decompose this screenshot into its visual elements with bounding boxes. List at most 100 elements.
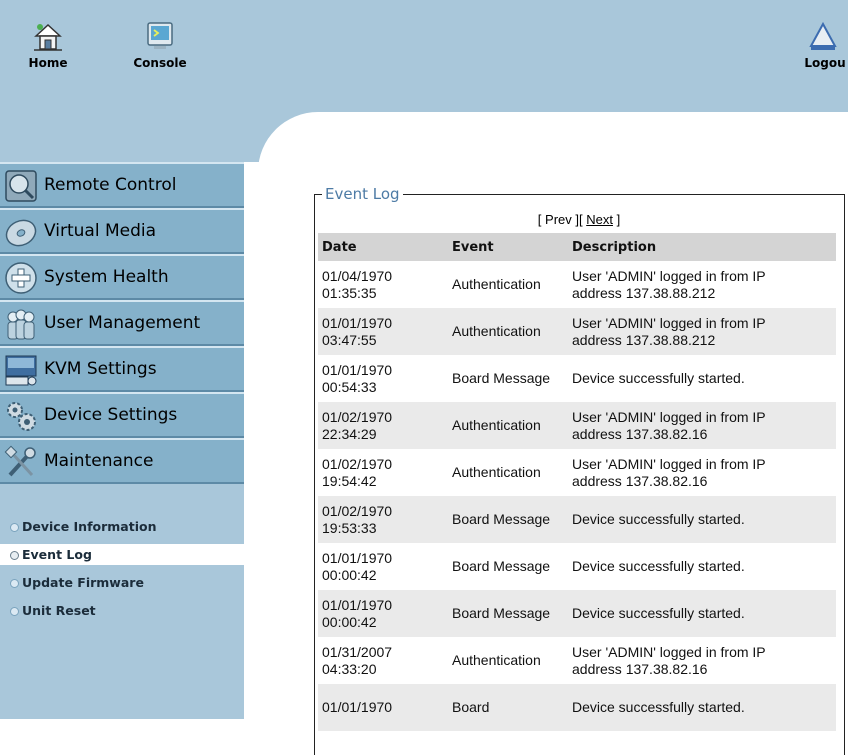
nav-device-settings[interactable]: Device Settings: [0, 392, 244, 438]
date-cell-text: 01/01/1970: [322, 699, 393, 715]
event-cell-text: Board Message: [452, 605, 551, 621]
date-cell-text: 19:53:33: [322, 519, 377, 536]
gears-icon: [7, 402, 36, 431]
console-label: Console: [133, 56, 187, 70]
table-header-row: Date Event Description: [318, 233, 836, 261]
description-cell-text: address 137.38.82.16: [572, 472, 708, 489]
users-icon: [7, 309, 35, 340]
description-cell: User 'ADMIN' logged in from IP address 13…: [568, 402, 836, 449]
home-label: Home: [28, 56, 68, 70]
date-cell-text: 01/04/1970: [322, 267, 393, 284]
subnav-event-log[interactable]: Event Log: [0, 544, 244, 565]
event-cell: Authentication: [448, 449, 568, 496]
nav-label: Maintenance: [44, 451, 154, 471]
nav-label: Remote Control: [44, 175, 177, 195]
table-row: 01/02/1970 22:34:29 Authentication User 'AD…: [318, 402, 836, 449]
subnav-label: Unit Reset: [22, 603, 96, 618]
date-cell-text: 01/01/1970: [322, 314, 393, 331]
description-cell-text: address 137.38.88.212: [572, 284, 716, 301]
date-cell: 01/01/1970 00:00:42: [318, 543, 448, 590]
next-link[interactable]: Next: [586, 212, 613, 227]
subnav-label: Update Firmware: [22, 575, 144, 590]
prev-label: Prev: [545, 212, 572, 227]
bullet-icon: [10, 523, 19, 532]
subnav-unit-reset[interactable]: Unit Reset: [0, 600, 244, 621]
event-cell-text: Board: [452, 699, 490, 715]
nav-maintenance[interactable]: Maintenance: [0, 438, 244, 484]
date-cell-text: 01/01/1970: [322, 361, 393, 378]
description-cell-text: User 'ADMIN' logged in from IP: [572, 643, 766, 660]
table-row: 01/31/2007 04:33:20 Authentication User 'AD…: [318, 637, 836, 684]
event-cell-text: Board Message: [452, 511, 551, 527]
event-cell: Authentication: [448, 402, 568, 449]
description-cell: Device successfully started.: [568, 590, 836, 637]
date-cell: 01/02/1970 22:34:29: [318, 402, 448, 449]
event-cell: Board Message: [448, 496, 568, 543]
nav-system-health[interactable]: System Health: [0, 254, 244, 300]
date-cell-text: 00:54:33: [322, 378, 377, 395]
date-cell-text: 04:33:20: [322, 660, 377, 677]
event-cell: Board Message: [448, 590, 568, 637]
date-cell-text: 01/02/1970: [322, 502, 393, 519]
description-cell-text: Device successfully started.: [572, 511, 745, 527]
date-cell-text: 01/02/1970: [322, 455, 393, 472]
kvm-keyboard-icon: [5, 355, 37, 386]
event-cell-text: Board Message: [452, 558, 551, 574]
monitor-icon: [5, 170, 37, 202]
subnav-label: Event Log: [22, 547, 92, 562]
column-header-date: Date: [318, 233, 448, 261]
description-cell: Device successfully started.: [568, 355, 836, 402]
event-cell: Authentication: [448, 637, 568, 684]
description-cell: Device successfully started.: [568, 543, 836, 590]
nav-label: KVM Settings: [44, 359, 157, 379]
date-cell: 01/02/1970 19:53:33: [318, 496, 448, 543]
table-row: 01/02/1970 19:54:42 Authentication User 'AD…: [318, 449, 836, 496]
nav-label: Virtual Media: [44, 221, 157, 241]
console-icon: [147, 22, 173, 49]
date-cell: 01/31/2007 04:33:20: [318, 637, 448, 684]
logout-button[interactable]: Logou: [795, 20, 848, 70]
description-cell-text: Device successfully started.: [572, 370, 745, 386]
event-cell: Board Message: [448, 543, 568, 590]
table-row: 01/02/1970 19:53:33 Board Message Device su…: [318, 496, 836, 543]
console-button[interactable]: Console: [132, 20, 188, 70]
table-row: 01/01/1970 Board Device successfully start…: [318, 684, 836, 731]
event-cell-text: Authentication: [452, 464, 541, 480]
nav-user-management[interactable]: User Management: [0, 300, 244, 346]
tools-icon: [4, 445, 36, 477]
description-cell-text: User 'ADMIN' logged in from IP: [572, 314, 766, 331]
date-cell-text: 00:00:42: [322, 566, 377, 583]
description-cell: Device successfully started.: [568, 684, 836, 731]
date-cell: 01/01/1970: [318, 684, 448, 731]
table-row: 01/01/1970 00:00:42 Board Message Device su…: [318, 543, 836, 590]
health-cross-icon: [5, 262, 37, 294]
description-cell-text: Device successfully started.: [572, 558, 745, 574]
date-cell-text: 22:34:29: [322, 425, 377, 442]
event-log-table: Date Event Description 01/04/1970 01:35:3…: [318, 233, 836, 731]
description-cell-text: Device successfully started.: [572, 699, 745, 715]
description-cell: User 'ADMIN' logged in from IP address 13…: [568, 637, 836, 684]
nav-remote-control[interactable]: Remote Control: [0, 162, 244, 208]
bullet-icon: [10, 579, 19, 588]
event-cell: Authentication: [448, 261, 568, 308]
disc-icon: [5, 219, 37, 247]
date-cell: 01/01/1970 03:47:55: [318, 308, 448, 355]
event-log-title: Event Log: [322, 185, 403, 203]
date-cell-text: 19:54:42: [322, 472, 377, 489]
home-button[interactable]: Home: [24, 20, 72, 70]
column-header-description: Description: [568, 233, 836, 261]
subnav-update-firmware[interactable]: Update Firmware: [0, 572, 244, 593]
description-cell-text: address 137.38.88.212: [572, 331, 716, 348]
nav-kvm-settings[interactable]: KVM Settings: [0, 346, 244, 392]
table-row: 01/01/1970 00:00:42 Board Message Device su…: [318, 590, 836, 637]
nav-virtual-media[interactable]: Virtual Media: [0, 208, 244, 254]
pager: [ Prev ][ Next ]: [537, 212, 621, 227]
subnav-device-information[interactable]: Device Information: [0, 516, 244, 537]
date-cell-text: 01/01/1970: [322, 549, 393, 566]
description-cell-text: address 137.38.82.16: [572, 660, 708, 677]
description-cell-text: Device successfully started.: [572, 605, 745, 621]
description-cell-text: User 'ADMIN' logged in from IP: [572, 455, 766, 472]
event-cell: Authentication: [448, 308, 568, 355]
event-cell: Board Message: [448, 355, 568, 402]
subnav-label: Device Information: [22, 519, 157, 534]
